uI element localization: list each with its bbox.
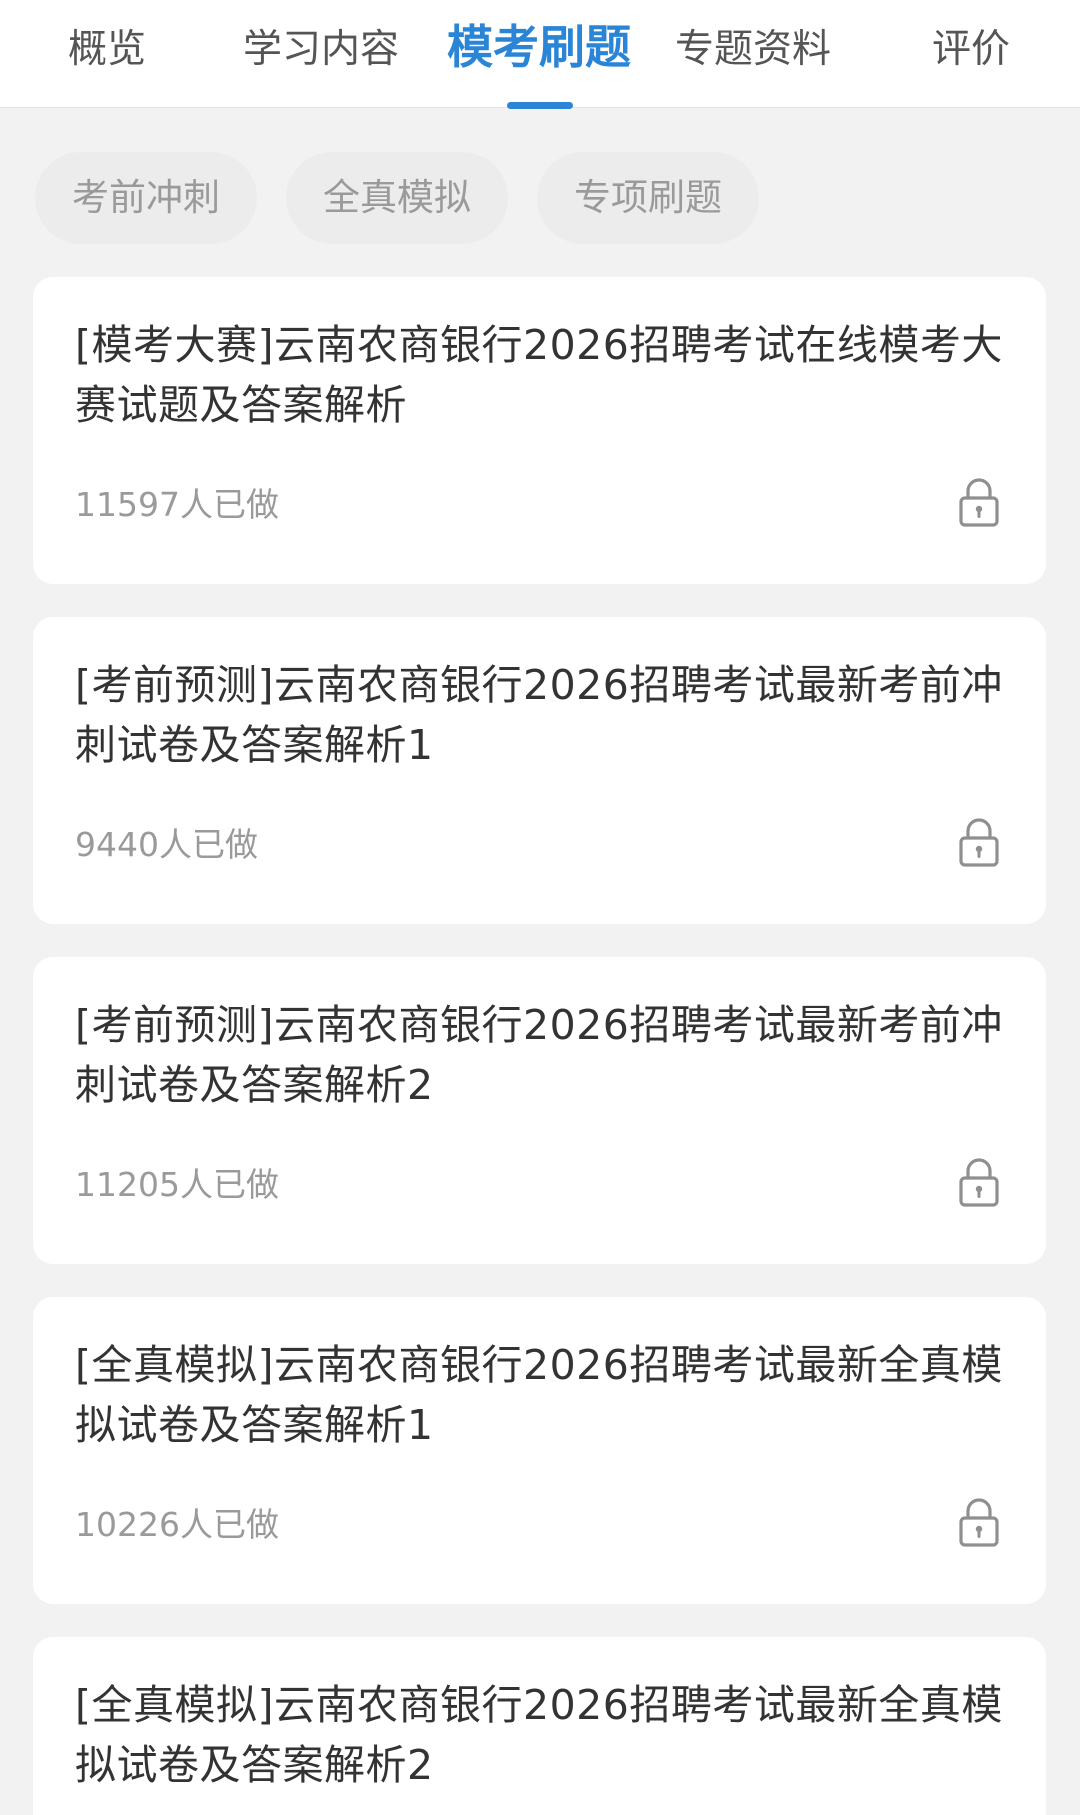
filter-chip-full-simulation[interactable]: 全真模拟: [286, 152, 508, 244]
exam-card-count: 11597人已做: [75, 485, 279, 524]
exam-card-title: [考前预测]云南农商银行2026招聘考试最新考前冲刺试卷及答案解析1: [75, 661, 1003, 769]
exam-card-count: 11205人已做: [75, 1165, 279, 1204]
exam-card[interactable]: [全真模拟]云南农商银行2026招聘考试最新全真模拟试卷及答案解析2: [33, 1637, 1046, 1815]
active-tab-indicator: [507, 102, 573, 109]
exam-card[interactable]: [全真模拟]云南农商银行2026招聘考试最新全真模拟试卷及答案解析1 10226…: [33, 1297, 1046, 1604]
tab-overview[interactable]: 概览: [68, 20, 146, 80]
filter-chip-special-practice[interactable]: 专项刷题: [537, 152, 759, 244]
exam-card[interactable]: [考前预测]云南农商银行2026招聘考试最新考前冲刺试卷及答案解析2 11205…: [33, 957, 1046, 1264]
exam-card[interactable]: [考前预测]云南农商银行2026招聘考试最新考前冲刺试卷及答案解析1 9440人…: [33, 617, 1046, 924]
filter-chip-pre-exam-sprint[interactable]: 考前冲刺: [35, 152, 257, 244]
exam-card-count: 10226人已做: [75, 1505, 279, 1544]
exam-card-title: [考前预测]云南农商银行2026招聘考试最新考前冲刺试卷及答案解析2: [75, 1001, 1003, 1109]
tab-learning-content[interactable]: 学习内容: [243, 20, 399, 80]
tab-reviews[interactable]: 评价: [932, 20, 1010, 80]
tab-bar: 概览 学习内容 模考刷题 专题资料 评价: [0, 0, 1080, 109]
exam-card[interactable]: [模考大赛]云南农商银行2026招聘考试在线模考大赛试题及答案解析 11597人…: [33, 277, 1046, 584]
exam-card-title: [全真模拟]云南农商银行2026招聘考试最新全真模拟试卷及答案解析2: [75, 1681, 1003, 1789]
exam-card-title: [全真模拟]云南农商银行2026招聘考试最新全真模拟试卷及答案解析1: [75, 1341, 1003, 1449]
tab-topic-materials[interactable]: 专题资料: [675, 20, 831, 80]
exam-card-count: 9440人已做: [75, 825, 258, 864]
exam-card-title: [模考大赛]云南农商银行2026招聘考试在线模考大赛试题及答案解析: [75, 321, 1003, 429]
lock-icon: [959, 1158, 999, 1207]
lock-icon: [959, 818, 999, 867]
lock-icon: [959, 478, 999, 527]
lock-icon: [959, 1498, 999, 1547]
tab-mock-exam[interactable]: 模考刷题: [447, 17, 631, 77]
